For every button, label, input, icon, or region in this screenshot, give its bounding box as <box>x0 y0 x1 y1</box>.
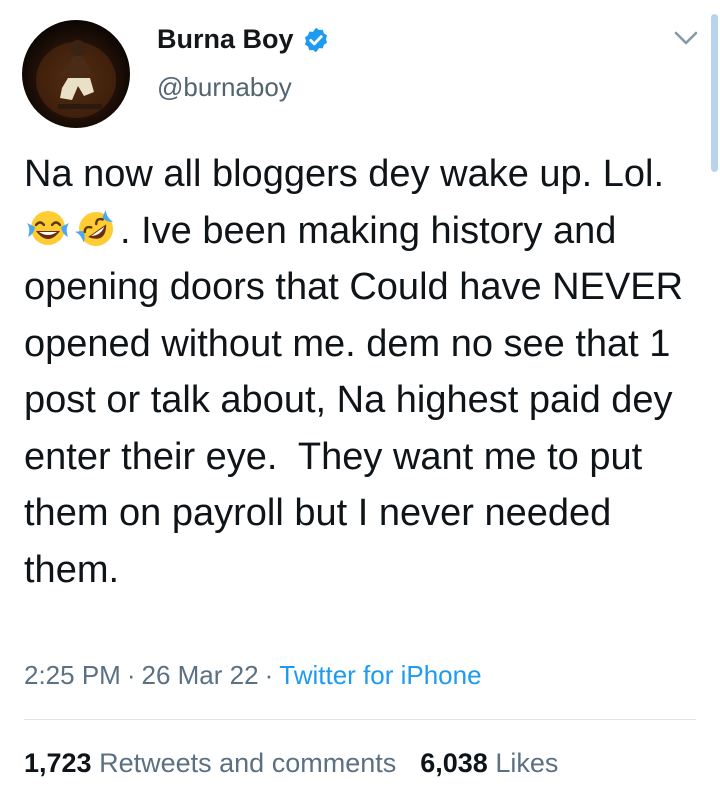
tweet-meta: 2:25 PM · 26 Mar 22 · Twitter for iPhone <box>24 660 482 691</box>
tweet-stats: 1,723 Retweets and comments 6,038 Likes <box>24 748 558 779</box>
retweets-stat[interactable]: 1,723 Retweets and comments <box>24 748 396 778</box>
retweets-count: 1,723 <box>24 748 92 778</box>
tweet-date: 26 Mar 22 <box>141 660 259 690</box>
tweet-detail: Burna Boy @burnaboy Na now all bloggers … <box>0 0 720 798</box>
display-name-text: Burna Boy <box>157 24 294 54</box>
avatar[interactable] <box>22 20 130 128</box>
tweet-time: 2:25 PM <box>24 660 121 690</box>
retweets-label: Retweets and comments <box>99 748 397 778</box>
meta-separator: · <box>126 660 136 690</box>
tweet-source-link[interactable]: Twitter for iPhone <box>279 660 481 690</box>
tweet-text-part2: . Ive been making history and opening do… <box>24 209 694 591</box>
scrollbar[interactable] <box>711 14 718 172</box>
meta-separator: · <box>264 660 274 690</box>
tweet-text: Na now all bloggers dey wake up. Lol. . … <box>24 146 704 598</box>
chevron-down-icon[interactable] <box>672 28 700 48</box>
face-with-tears-of-joy-emoji <box>27 210 69 245</box>
likes-label: Likes <box>495 748 559 778</box>
verified-badge-icon <box>304 27 327 52</box>
avatar-image <box>36 40 116 118</box>
display-name[interactable]: Burna Boy <box>157 24 330 55</box>
tweet-text-part1: Na now all bloggers dey wake up. Lol. <box>24 153 675 195</box>
divider <box>24 719 696 720</box>
rolling-on-floor-laughing-emoji <box>74 209 114 246</box>
handle[interactable]: @burnaboy <box>157 72 292 103</box>
likes-count: 6,038 <box>420 748 488 778</box>
likes-stat[interactable]: 6,038 Likes <box>420 748 558 778</box>
